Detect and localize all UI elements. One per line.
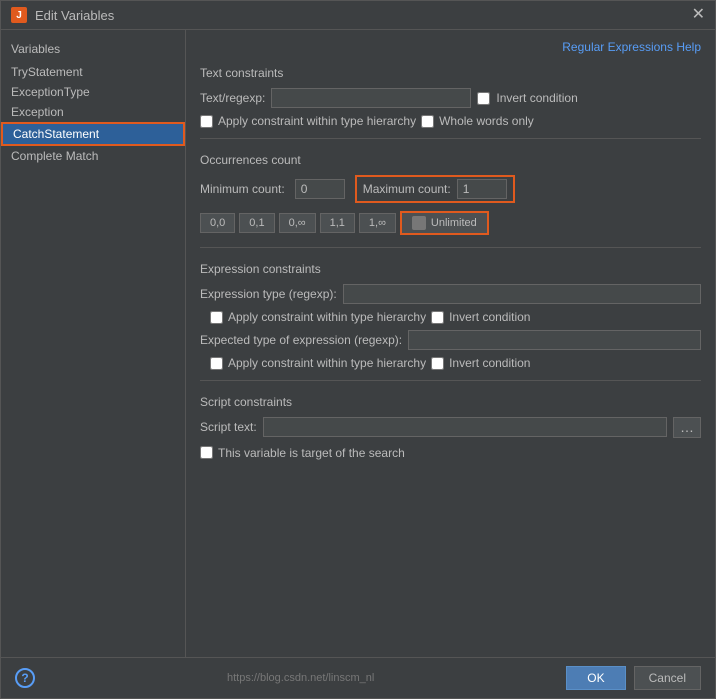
invert-condition1-checkbox[interactable] bbox=[431, 311, 444, 324]
sidebar-item-catch-statement[interactable]: CatchStatement bbox=[1, 122, 185, 146]
script-text-input[interactable] bbox=[263, 417, 667, 437]
preset-0-inf[interactable]: 0,∞ bbox=[279, 213, 316, 233]
footer-url: https://blog.csdn.net/linscm_nl bbox=[227, 672, 374, 684]
invert-condition-checkbox[interactable] bbox=[477, 92, 490, 105]
main-panel: Regular Expressions Help Text constraint… bbox=[186, 30, 715, 657]
cancel-button[interactable]: Cancel bbox=[634, 666, 701, 690]
text-constraints-title: Text constraints bbox=[200, 66, 701, 80]
footer: ? https://blog.csdn.net/linscm_nl OK Can… bbox=[1, 657, 715, 698]
apply-constraint-row: Apply constraint within type hierarchy W… bbox=[200, 114, 701, 128]
sidebar: Variables TryStatement ExceptionType Exc… bbox=[1, 30, 186, 657]
dialog-body: Variables TryStatement ExceptionType Exc… bbox=[1, 30, 715, 657]
help-button[interactable]: ? bbox=[15, 668, 35, 688]
close-button[interactable]: ✕ bbox=[692, 7, 705, 23]
unlimited-button[interactable]: Unlimited bbox=[400, 211, 489, 235]
text-regexp-label: Text/regexp: bbox=[200, 91, 265, 105]
text-regexp-input[interactable] bbox=[271, 88, 471, 108]
invert-condition2-label: Invert condition bbox=[449, 356, 530, 370]
expr-type-input[interactable] bbox=[343, 284, 701, 304]
preset-1-1[interactable]: 1,1 bbox=[320, 213, 355, 233]
sidebar-item-exception-type[interactable]: ExceptionType bbox=[1, 82, 185, 102]
dots-button[interactable]: … bbox=[673, 417, 701, 438]
preset-0-0[interactable]: 0,0 bbox=[200, 213, 235, 233]
unlimited-label: Unlimited bbox=[431, 217, 477, 229]
invert-condition1-label: Invert condition bbox=[449, 310, 530, 324]
min-label: Minimum count: bbox=[200, 182, 285, 196]
apply-constraint-checkbox[interactable] bbox=[200, 115, 213, 128]
app-icon: J bbox=[11, 7, 27, 23]
preset-1-inf[interactable]: 1,∞ bbox=[359, 213, 396, 233]
apply-constraint1-label: Apply constraint within type hierarchy bbox=[228, 310, 426, 324]
script-text-row: Script text: … bbox=[200, 417, 701, 438]
script-constraints-title: Script constraints bbox=[200, 395, 701, 409]
whole-words-checkbox[interactable] bbox=[421, 115, 434, 128]
invert-condition2-checkbox[interactable] bbox=[431, 357, 444, 370]
expression-constraints-title: Expression constraints bbox=[200, 262, 701, 276]
title-bar: J Edit Variables ✕ bbox=[1, 1, 715, 30]
divider-1 bbox=[200, 138, 701, 139]
apply-constraint1-row: Apply constraint within type hierarchy I… bbox=[200, 310, 701, 324]
divider-3 bbox=[200, 380, 701, 381]
max-label: Maximum count: bbox=[363, 182, 451, 196]
preset-buttons: 0,0 0,1 0,∞ 1,1 1,∞ Unlimited bbox=[200, 211, 701, 235]
preset-0-1[interactable]: 0,1 bbox=[239, 213, 274, 233]
help-link[interactable]: Regular Expressions Help bbox=[200, 38, 701, 60]
invert-condition-label: Invert condition bbox=[496, 91, 577, 105]
expected-type-row: Expected type of expression (regexp): bbox=[200, 330, 701, 350]
variables-header: Variables bbox=[1, 38, 185, 62]
expr-type-row: Expression type (regexp): bbox=[200, 284, 701, 304]
divider-2 bbox=[200, 247, 701, 248]
apply-constraint2-label: Apply constraint within type hierarchy bbox=[228, 356, 426, 370]
max-count-highlight: Maximum count: bbox=[355, 175, 515, 203]
apply-constraint1-checkbox[interactable] bbox=[210, 311, 223, 324]
target-search-checkbox[interactable] bbox=[200, 446, 213, 459]
expected-type-input[interactable] bbox=[408, 330, 701, 350]
apply-constraint2-checkbox[interactable] bbox=[210, 357, 223, 370]
sidebar-item-exception[interactable]: Exception bbox=[1, 102, 185, 122]
whole-words-label: Whole words only bbox=[439, 114, 534, 128]
sidebar-item-try-statement[interactable]: TryStatement bbox=[1, 62, 185, 82]
dialog-title: Edit Variables bbox=[35, 8, 114, 23]
target-search-label: This variable is target of the search bbox=[218, 446, 405, 460]
expected-type-label: Expected type of expression (regexp): bbox=[200, 333, 402, 347]
apply-constraint-label: Apply constraint within type hierarchy bbox=[218, 114, 416, 128]
text-regexp-row: Text/regexp: Invert condition bbox=[200, 88, 701, 108]
target-search-row: This variable is target of the search bbox=[200, 446, 701, 460]
script-text-label: Script text: bbox=[200, 420, 257, 434]
sidebar-item-complete-match[interactable]: Complete Match bbox=[1, 146, 185, 166]
unlimited-icon bbox=[412, 216, 426, 230]
max-count-input[interactable] bbox=[457, 179, 507, 199]
occurrences-title: Occurrences count bbox=[200, 153, 701, 167]
min-count-input[interactable] bbox=[295, 179, 345, 199]
ok-button[interactable]: OK bbox=[566, 666, 625, 690]
count-row: Minimum count: Maximum count: bbox=[200, 175, 701, 203]
expr-type-label: Expression type (regexp): bbox=[200, 287, 337, 301]
apply-constraint2-row: Apply constraint within type hierarchy I… bbox=[200, 356, 701, 370]
edit-variables-dialog: J Edit Variables ✕ Variables TryStatemen… bbox=[0, 0, 716, 699]
